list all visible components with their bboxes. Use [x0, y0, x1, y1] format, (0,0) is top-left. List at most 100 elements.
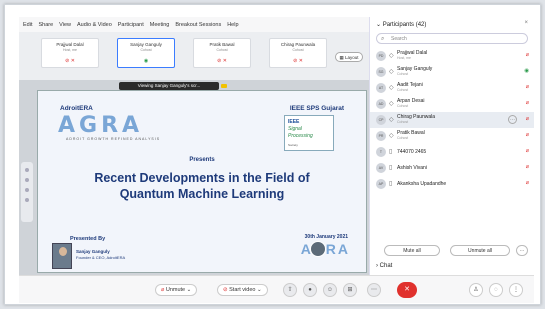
viewing-banner: Viewing Sanjay Ganguly's scr... [119, 82, 219, 90]
menu-audio-video[interactable]: Audio & Video [77, 22, 112, 28]
video-tile[interactable]: Pratik Bawal Cohost ⊘ ✕ [193, 38, 251, 68]
muted-mic-icon[interactable]: ⌀ [526, 180, 529, 186]
avatar: AT [376, 83, 386, 93]
muted-mic-icon[interactable]: ⌀ [526, 100, 529, 106]
tool-icon[interactable] [25, 168, 29, 172]
participant-name: Akanksha Upadandhe [397, 181, 447, 187]
menu-view[interactable]: View [59, 22, 71, 28]
phone-icon: ▯ [389, 165, 393, 171]
layout-button[interactable]: ▦ Layout [335, 52, 363, 62]
muted-mic-icon[interactable]: ⌀ [526, 164, 529, 170]
presentation-slide: AdroitERA AGRA ADROIT GROWTH REFINED ANA… [37, 90, 367, 273]
menu-edit[interactable]: Edit [23, 22, 32, 28]
menu-help[interactable]: Help [227, 22, 238, 28]
participant-role: Cohost [397, 104, 409, 108]
more-options-icon[interactable]: ⋯ [367, 283, 381, 297]
tool-icon[interactable] [25, 188, 29, 192]
tile-name: Sanjay Ganguly [130, 42, 162, 47]
unmute-all-button[interactable]: Unmute all [450, 245, 510, 256]
participant-row[interactable]: AD ◇ Arpan Desai Cohost ⌀ [370, 96, 534, 112]
menu-meeting[interactable]: Meeting [150, 22, 170, 28]
muted-mic-icon[interactable]: ⌀ [526, 52, 529, 58]
slide-presents: Presents [189, 157, 215, 163]
more-options-icon[interactable]: ⋯ [508, 115, 517, 124]
end-call-button[interactable]: ✕ [397, 282, 417, 298]
mic-icon[interactable]: ◉ [524, 68, 529, 74]
muted-mic-icon[interactable]: ⌀ [526, 148, 529, 154]
agra-logo: AGRA [58, 113, 144, 138]
participant-search-input[interactable]: ⌕ Search [376, 33, 528, 44]
participant-row[interactable]: AP ▯ Akanksha Upadandhe ⌀ [370, 176, 534, 192]
avatar: AP [376, 179, 386, 189]
tile-role: Host, me [62, 48, 77, 52]
presenter-camera-bubble[interactable] [310, 241, 326, 257]
chat-icon[interactable]: ◌ [489, 283, 503, 297]
tool-icon[interactable] [25, 178, 29, 182]
reactions-icon[interactable]: ☺ [323, 283, 337, 297]
participant-role: Cohost [397, 136, 409, 140]
video-tile[interactable]: Chirag Paunwala Cohost ⊘ ✕ [269, 38, 327, 68]
muted-mic-icon[interactable]: ⌀ [526, 116, 529, 122]
participant-row[interactable]: PR ◇ Pratik Bawal Cohost ⌀ [370, 128, 534, 144]
slide-title-line-2: Quantum Machine Learning [119, 187, 285, 201]
close-icon[interactable]: × [524, 20, 528, 26]
layout-label: Layout [345, 55, 359, 60]
presenter-name: Sanjay Ganguly [76, 249, 110, 254]
start-video-button[interactable]: ⊘ Start video ⌄ [217, 284, 268, 296]
agra-tagline: ADROIT GROWTH REFINED ANALYSIS [66, 137, 161, 141]
presented-by-label: Presented By [70, 236, 106, 242]
avatar: PR [376, 131, 386, 141]
presenter-photo [52, 243, 72, 269]
menu-breakout-sessions[interactable]: Breakout Sessions [175, 22, 221, 28]
shared-screen-stage: AdroitERA AGRA ADROIT GROWTH REFINED ANA… [19, 80, 369, 275]
status-icon: ◇ [389, 53, 394, 59]
tile-name: Chirag Paunwala [280, 42, 316, 47]
muted-mic-icon[interactable]: ⌀ [526, 84, 529, 90]
muted-mic-icon: ⊘ ✕ [293, 58, 303, 64]
unmute-button[interactable]: ⌀ Unmute ⌄ [155, 284, 198, 296]
avatar: PD [376, 51, 386, 61]
participant-role: Host, me [397, 56, 412, 60]
participant-row[interactable]: AV ▯ Ashish Vivani ⌀ [370, 160, 534, 176]
tile-name: Pratik Bawal [209, 42, 235, 47]
phone-icon: ▯ [389, 149, 393, 155]
chat-section-header[interactable]: › Chat [376, 263, 392, 269]
menu-share[interactable]: Share [38, 22, 53, 28]
annotation-toolbar[interactable] [21, 162, 33, 222]
participant-row[interactable]: SG ◇ Sanjay Ganguly Cohost ◉ [370, 64, 534, 80]
video-tile[interactable]: Prajjwal Dalal Host, me ⊘ ✕ [41, 38, 99, 68]
participant-row[interactable]: AT ◇ Aadit Tejani Cohost ⌀ [370, 80, 534, 96]
participant-row[interactable]: CP ◇ Chirag Paunwala Cohost ⋯ ⌀ [370, 112, 534, 128]
video-tile[interactable]: Sanjay Ganguly Cohost ◉ [117, 38, 175, 68]
menu-participant[interactable]: Participant [118, 22, 144, 28]
participants-icon[interactable]: ♙ [469, 283, 483, 297]
participant-row[interactable]: PD ◇ Prajjwal Dalal Host, me ⌀ [370, 48, 534, 64]
menu-bar: Edit Share View Audio & Video Participan… [19, 17, 369, 32]
muted-mic-icon[interactable]: ⌀ [526, 132, 529, 138]
phone-icon: ▯ [389, 181, 393, 187]
muted-mic-icon: ⊘ ✕ [217, 58, 227, 64]
share-icon[interactable]: ⇧ [283, 283, 297, 297]
avatar: SG [376, 67, 386, 77]
more-options-icon[interactable]: ⋯ [516, 245, 528, 256]
participant-role: Cohost [397, 120, 409, 124]
avatar: CP [376, 115, 386, 125]
search-placeholder: Search [391, 36, 407, 42]
record-icon[interactable]: ● [303, 283, 317, 297]
slide-org-left: AdroitERA [60, 105, 93, 112]
participant-row[interactable]: T ▯ 744070 2465 ⌀ [370, 144, 534, 160]
collapse-chevron-icon[interactable]: ⌄ [376, 22, 383, 28]
participant-list: PD ◇ Prajjwal Dalal Host, me ⌀ SG ◇ Sanj… [370, 48, 534, 192]
status-icon: ◇ [389, 69, 394, 75]
viewing-indicator-icon[interactable] [221, 84, 227, 88]
tool-icon[interactable] [25, 198, 29, 202]
status-icon: ◇ [389, 117, 394, 123]
participant-role: Cohost [397, 88, 409, 92]
tile-name: Prajjwal Dalal [56, 42, 84, 47]
screenshot-frame: Edit Share View Audio & Video Participan… [4, 4, 541, 305]
more-panels-icon[interactable]: ⋮ [509, 283, 523, 297]
apps-icon[interactable]: ⊞ [343, 283, 357, 297]
mute-all-button[interactable]: Mute all [384, 245, 440, 256]
slide-org-right: IEEE SPS Gujarat [289, 105, 344, 112]
tile-role: Cohost [140, 48, 152, 52]
